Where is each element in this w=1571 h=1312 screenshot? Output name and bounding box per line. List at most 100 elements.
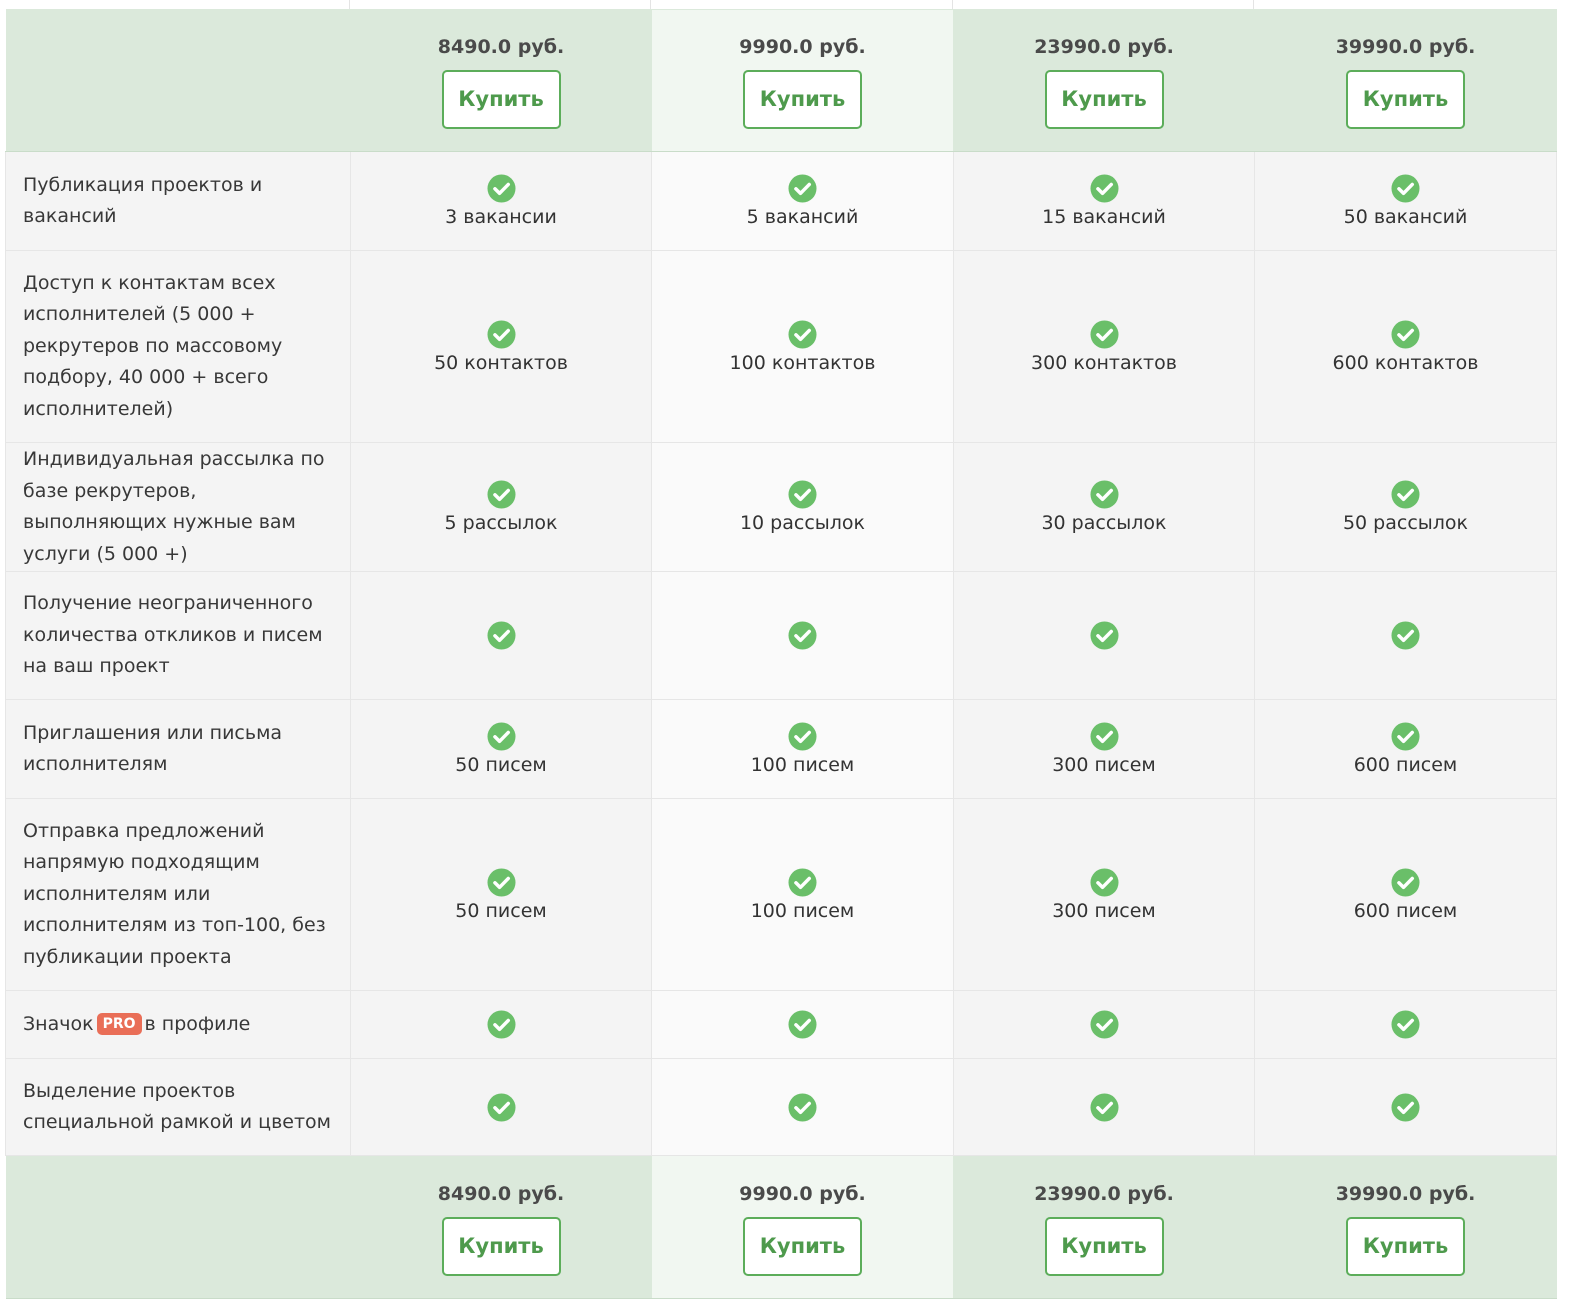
- feature-label: Публикация проектов и вакансий: [5, 151, 351, 251]
- feature-value-cell: [350, 571, 652, 700]
- plan-price: 39990.0 руб.: [1335, 1182, 1476, 1205]
- price-row-bottom: 8490.0 руб. Купить 9990.0 руб. Купить 23990.…: [5, 1155, 1557, 1299]
- feature-label-after: в профиле: [144, 1012, 251, 1035]
- pricing-table-wrapper: 8490.0 руб. Купить 9990.0 руб. Купить 23990.…: [5, 0, 1557, 1299]
- feature-value-cell: 600 писем: [1254, 798, 1557, 991]
- feature-value-cell: [953, 1058, 1255, 1156]
- feature-value-cell: 600 писем: [1254, 699, 1557, 799]
- feature-value-cell: 100 писем: [651, 798, 954, 991]
- feature-value: 50 вакансий: [1343, 206, 1468, 228]
- feature-value-cell: [1254, 990, 1557, 1059]
- feature-value: 100 писем: [750, 754, 855, 776]
- feature-value: 5 вакансий: [746, 206, 859, 228]
- check-circle-icon: [486, 174, 516, 203]
- buy-button[interactable]: Купить: [1044, 70, 1164, 129]
- gap-cell: [953, 0, 1254, 9]
- feature-value-cell: [651, 990, 954, 1059]
- feature-value: 600 контактов: [1332, 351, 1479, 374]
- feature-value-cell: [953, 571, 1255, 700]
- buy-button[interactable]: Купить: [743, 70, 862, 129]
- feature-value: 100 контактов: [729, 351, 876, 374]
- gap-cell: [651, 0, 953, 9]
- feature-value-cell: 300 писем: [953, 699, 1255, 799]
- feature-value: 600 писем: [1353, 754, 1458, 776]
- feature-value-cell: 15 вакансий: [953, 151, 1255, 251]
- buy-button[interactable]: Купить: [441, 1216, 561, 1276]
- check-circle-icon: [1089, 621, 1119, 650]
- check-circle-icon: [1391, 621, 1420, 650]
- buy-button[interactable]: Купить: [1044, 1216, 1164, 1276]
- feature-value-cell: 100 контактов: [651, 250, 954, 443]
- check-circle-icon: [1391, 867, 1420, 897]
- plan-price: 8490.0 руб.: [437, 36, 565, 58]
- feature-value: 300 контактов: [1031, 351, 1177, 374]
- buy-button[interactable]: Купить: [1346, 1216, 1465, 1276]
- feature-value: 30 рассылок: [1041, 512, 1167, 534]
- feature-value-cell: 300 писем: [953, 798, 1255, 991]
- check-circle-icon: [788, 621, 817, 650]
- feature-value-cell: 5 рассылок: [350, 442, 652, 572]
- feature-value: 300 писем: [1052, 754, 1156, 776]
- check-circle-icon: [788, 319, 817, 349]
- feature-value-cell: 50 писем: [350, 798, 652, 991]
- feature-value-cell: 3 вакансии: [350, 151, 652, 251]
- buy-button[interactable]: Купить: [1346, 70, 1465, 129]
- check-circle-icon: [788, 1010, 817, 1039]
- plan-price: 23990.0 руб.: [1034, 36, 1174, 58]
- check-circle-icon: [1089, 1010, 1119, 1039]
- feature-value-cell: 10 рассылок: [651, 442, 954, 572]
- check-circle-icon: [486, 1010, 516, 1039]
- price-row-label-cell: [5, 9, 351, 152]
- feature-value: 300 писем: [1052, 899, 1156, 922]
- check-circle-icon: [788, 1092, 817, 1122]
- plan-cell: 23990.0 руб. Купить: [953, 9, 1255, 152]
- feature-label: Значок PRO в профиле: [5, 990, 351, 1059]
- feature-value: 3 вакансии: [445, 206, 557, 228]
- check-circle-icon: [1391, 480, 1420, 509]
- feature-value-cell: 50 контактов: [350, 250, 652, 443]
- feature-value: 600 писем: [1353, 899, 1458, 922]
- feature-value-cell: [953, 990, 1255, 1059]
- buy-button[interactable]: Купить: [441, 70, 561, 129]
- gap-cell: [350, 0, 651, 9]
- plan-cell: 8490.0 руб. Купить: [350, 9, 652, 152]
- plan-price: 8490.0 руб.: [437, 1182, 565, 1205]
- feature-row: Значок PRO в профиле: [5, 990, 1557, 1059]
- pricing-table: 8490.0 руб. Купить 9990.0 руб. Купить 23990.…: [5, 9, 1557, 1299]
- plan-price: 39990.0 руб.: [1335, 36, 1476, 58]
- check-circle-icon: [1089, 480, 1119, 509]
- feature-value-cell: [651, 1058, 954, 1156]
- check-circle-icon: [1089, 722, 1119, 751]
- check-circle-icon: [486, 480, 516, 509]
- pro-badge: PRO: [96, 1012, 142, 1035]
- table-top-gap: [5, 0, 1556, 9]
- feature-value-cell: 600 контактов: [1254, 250, 1557, 443]
- check-circle-icon: [1089, 319, 1119, 349]
- feature-row: Публикация проектов и вакансий 3 вакансии…: [5, 151, 1557, 251]
- check-circle-icon: [486, 867, 516, 897]
- check-circle-icon: [1391, 1010, 1420, 1039]
- gap-cell: [1254, 0, 1556, 9]
- plan-price: 23990.0 руб.: [1034, 1182, 1174, 1205]
- feature-value: 50 писем: [455, 899, 547, 922]
- feature-row: Отправка предложений напрямую подходящим…: [5, 798, 1557, 991]
- feature-label: Доступ к контактам всех исполнителей (5 …: [5, 250, 351, 443]
- feature-value-cell: 50 писем: [350, 699, 652, 799]
- feature-label: Получение неограниченного количества отк…: [5, 571, 351, 700]
- feature-value: 10 рассылок: [739, 512, 866, 534]
- buy-button[interactable]: Купить: [743, 1216, 862, 1276]
- check-circle-icon: [1391, 319, 1420, 349]
- feature-value: 15 вакансий: [1042, 206, 1166, 228]
- feature-value: 100 писем: [750, 899, 855, 922]
- feature-row: Приглашения или письма исполнителям 50 пи…: [5, 699, 1557, 799]
- feature-row: Индивидуальная рассылка по базе рекрутер…: [5, 442, 1557, 572]
- feature-value-cell: [350, 990, 652, 1059]
- feature-row: Получение неограниченного количества отк…: [5, 571, 1557, 700]
- feature-label: Приглашения или письма исполнителям: [5, 699, 351, 799]
- feature-value: 5 рассылок: [444, 512, 558, 534]
- plan-price: 9990.0 руб.: [739, 36, 866, 58]
- feature-label: Выделение проектов специальной рамкой и …: [5, 1058, 351, 1156]
- feature-value-cell: 5 вакансий: [651, 151, 954, 251]
- feature-value-cell: 30 рассылок: [953, 442, 1255, 572]
- feature-value: 50 писем: [455, 754, 547, 776]
